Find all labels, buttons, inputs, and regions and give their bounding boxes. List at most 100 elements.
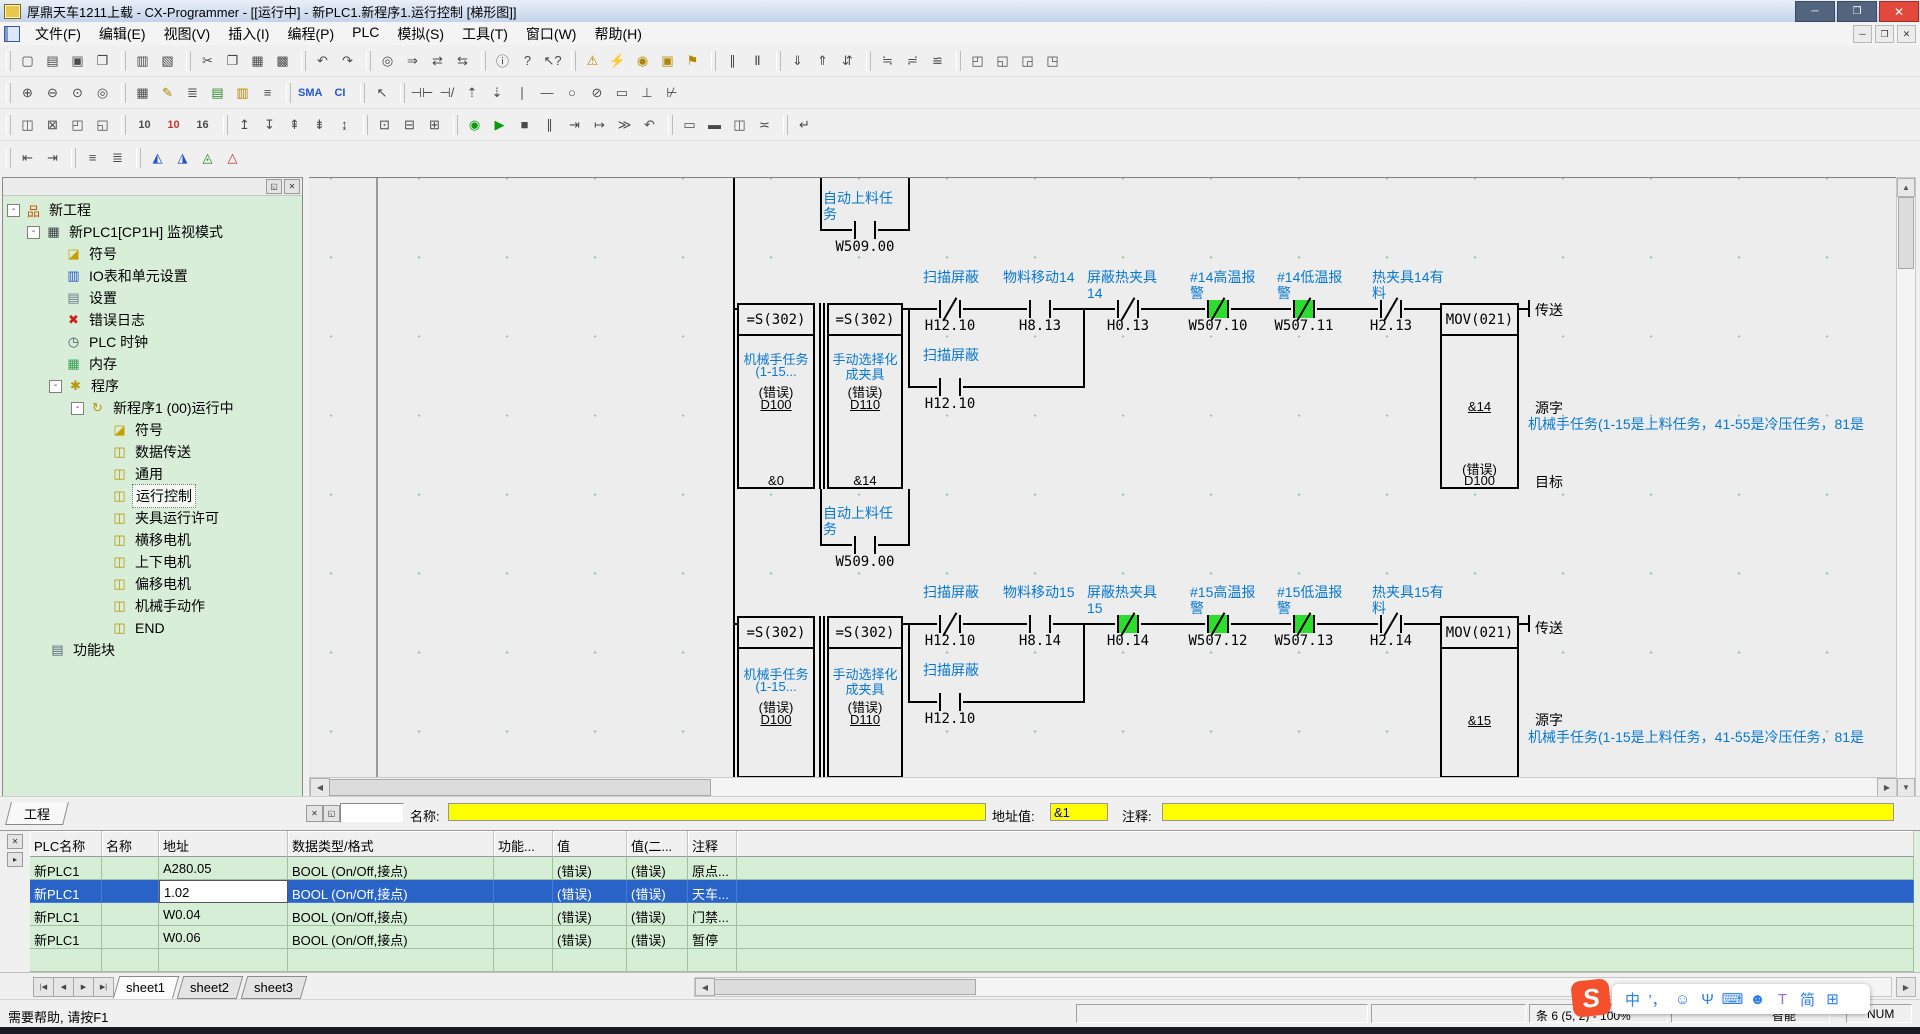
tree-item-symbols[interactable]: ◪符号 [3, 243, 302, 265]
overview-button[interactable]: ≡ [255, 81, 280, 105]
toolbar-grip[interactable] [136, 148, 141, 168]
tree-item-section-common[interactable]: ◫通用 [3, 463, 302, 485]
toolbar-grip[interactable] [711, 51, 716, 71]
change-all-button[interactable]: ⇆ [450, 49, 475, 73]
io-comment-button[interactable]: ▥ [230, 81, 255, 105]
tree-item-program-symbols[interactable]: ◪符号 [3, 419, 302, 441]
watch-column-header[interactable]: 值 [553, 831, 627, 857]
toolbar-grip[interactable] [6, 148, 11, 168]
tree-item-plc-clock[interactable]: ◷PLC 时钟 [3, 331, 302, 353]
mnemonic-view-button[interactable]: SMA [295, 81, 325, 105]
new-contact-button[interactable]: ⊣⊢ [409, 81, 434, 105]
watch-hscroll-thumb[interactable] [714, 979, 976, 995]
window-split-button[interactable]: ◫ [727, 113, 752, 137]
help-topics-button[interactable]: ? [515, 49, 540, 73]
window-tile-v-button[interactable]: ◲ [1015, 49, 1040, 73]
toolbar-grip[interactable] [223, 115, 228, 135]
toolbar-grip[interactable] [571, 51, 576, 71]
debug-mode-button[interactable]: ⚑ [680, 49, 705, 73]
mdi-close-button[interactable]: ✕ [1897, 25, 1916, 43]
tree-close-button[interactable]: ✕ [284, 179, 300, 194]
toolbar-grip[interactable] [301, 51, 306, 71]
sheet-tab-sheet1[interactable]: sheet1 [113, 976, 180, 999]
vertical-line-button[interactable]: ∣ [509, 81, 534, 105]
simulator-reset-button[interactable]: ↶ [637, 113, 662, 137]
new-closed-coil-button[interactable]: ⊘ [584, 81, 609, 105]
watch-row-1[interactable]: 新PLC1A280.05BOOL (On/Off,接点)(错误)(错误)原点..… [30, 857, 1914, 880]
ladder-horizontal-scrollbar[interactable]: ◀ ▶ [309, 777, 1898, 798]
simulator-step-button[interactable]: ⇥ [562, 113, 587, 137]
simulator-step-over-button[interactable]: ↦ [587, 113, 612, 137]
tree-item-section-data-transfer[interactable]: ◫数据传送 [3, 441, 302, 463]
rung-comment-list-button[interactable]: ≡ [80, 146, 105, 170]
pause-monitor-button[interactable]: ◉ [630, 49, 655, 73]
watch-scroll-right-button[interactable]: ▶ [1896, 977, 1916, 997]
ime-skin-icon[interactable]: T [1770, 991, 1795, 1008]
toolbar-grip[interactable] [121, 83, 126, 103]
tree-item-new-program1[interactable]: -↻新程序1 (00)运行中 [3, 397, 302, 419]
page-up-button[interactable]: ⇞ [282, 113, 307, 137]
symbolbar-spin-box[interactable] [340, 803, 404, 823]
go-to-rung-button[interactable]: ↨ [332, 113, 357, 137]
tile-vertical-button[interactable]: ▬ [702, 113, 727, 137]
ladder-scroll-down-button[interactable]: ▼ [1897, 778, 1915, 797]
watch-close-button[interactable]: ✕ [7, 834, 23, 849]
new-closed-contact-button[interactable]: ⊣/ [434, 81, 459, 105]
instruction-box-MOV(021)[interactable]: MOV(021)&14(错误)D100 [1440, 303, 1519, 489]
simulator-run-button[interactable]: ▶ [487, 113, 512, 137]
tree-item-memory[interactable]: ▦内存 [3, 353, 302, 375]
ladder-hscroll-thumb[interactable] [329, 779, 711, 796]
comment-field[interactable] [1162, 803, 1894, 821]
find-button[interactable]: ◎ [375, 49, 400, 73]
open-project-button[interactable]: ▤ [40, 49, 65, 73]
instruction-box-=S(302)[interactable]: =S(302)机械手任务(1-15...(错误)D100 [737, 616, 815, 778]
symbolbar-dock-button[interactable]: ◱ [323, 805, 340, 822]
monitor-data-button[interactable]: ▤ [205, 81, 230, 105]
plc-memory-button[interactable]: ⊞ [422, 113, 447, 137]
simulator-run-to-button[interactable]: ≫ [612, 113, 637, 137]
ime-login-icon[interactable]: ☻ [1745, 991, 1770, 1008]
grid-toggle-button[interactable]: ▦ [130, 81, 155, 105]
ladder-scroll-right-button[interactable]: ▶ [1877, 778, 1897, 797]
ime-chinese-mode-icon[interactable]: 中 [1620, 989, 1645, 1010]
grid-width-10-alt-button[interactable]: 10 [159, 113, 188, 137]
menu-item-7[interactable]: 工具(T) [453, 22, 517, 46]
project-workspace-tab[interactable]: 工程 [5, 802, 69, 825]
toolbar-grip[interactable] [286, 83, 291, 103]
verify-all-button[interactable]: ≌ [925, 49, 950, 73]
tree-item-settings[interactable]: ▤设置 [3, 287, 302, 309]
copy-button[interactable]: ❐ [220, 49, 245, 73]
watch-column-header[interactable]: 地址 [159, 831, 288, 857]
rung-up-button[interactable]: ↥ [232, 113, 257, 137]
delete-row-button[interactable]: ⊬ [659, 81, 684, 105]
watch-column-header[interactable]: 数据类型/格式 [288, 831, 494, 857]
zoom-fit-button[interactable]: ⊙ [65, 81, 90, 105]
mark-green-button[interactable]: ◬ [195, 146, 220, 170]
ladder-vscroll-thumb[interactable] [1898, 197, 1914, 269]
ladder-diagram-editor[interactable]: W509.00自动上料任务H12.10扫描屏蔽H8.13物料移动14H0.13屏… [309, 177, 1896, 778]
watch-column-header[interactable]: 名称 [102, 831, 159, 857]
tree-item-new-project[interactable]: -品新工程 [3, 199, 302, 221]
watch-row-4[interactable]: 新PLC1W0.06BOOL (On/Off,接点)(错误)(错误)暂停 [30, 926, 1914, 949]
watch-row-2[interactable]: 新PLC11.02BOOL (On/Off,接点)(错误)(错误)天车... [30, 880, 1914, 903]
window-cascade-button[interactable]: ◰ [965, 49, 990, 73]
instruction-box-=S(302)[interactable]: =S(302)手动选择化成夹具(错误)D110&14 [827, 303, 903, 489]
menu-item-8[interactable]: 窗口(W) [517, 22, 586, 46]
menu-item-1[interactable]: 编辑(E) [90, 22, 155, 46]
page-down-button[interactable]: ⇟ [307, 113, 332, 137]
plc-settings-button[interactable]: ⊡ [372, 113, 397, 137]
new-coil-button[interactable]: ○ [559, 81, 584, 105]
toolbar-grip[interactable] [71, 148, 76, 168]
watch-expand-button[interactable]: ▸ [7, 852, 23, 867]
select-tool-button[interactable]: ↖ [369, 81, 394, 105]
redo-button[interactable]: ↷ [335, 49, 360, 73]
ci-view-button[interactable]: CI [325, 81, 354, 105]
menu-item-3[interactable]: 插入(I) [219, 22, 278, 46]
print-button[interactable]: ▥ [130, 49, 155, 73]
sogou-logo-icon[interactable]: S [1570, 978, 1612, 1018]
rung-down-button[interactable]: ↧ [257, 113, 282, 137]
toolbar-grip[interactable] [121, 115, 126, 135]
tree-item-section-end[interactable]: ◫END [3, 617, 302, 639]
watch-column-header[interactable]: 注释 [688, 831, 737, 857]
menu-item-5[interactable]: PLC [343, 22, 388, 46]
